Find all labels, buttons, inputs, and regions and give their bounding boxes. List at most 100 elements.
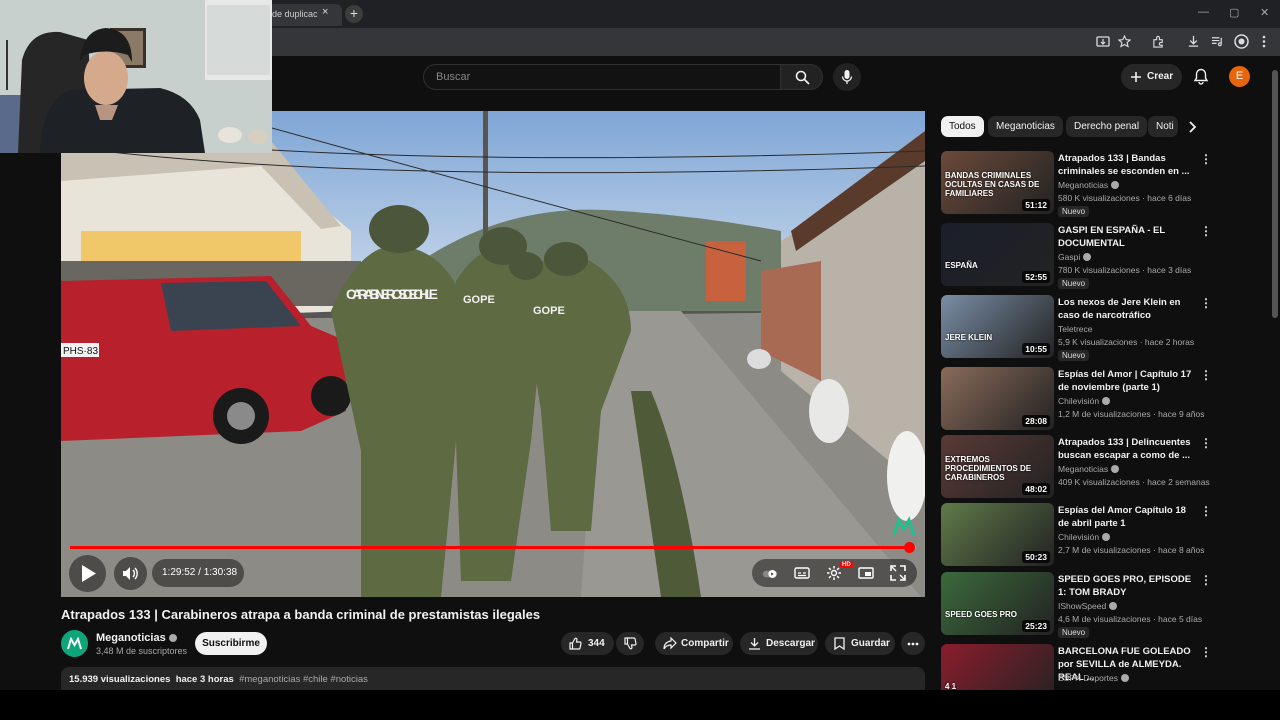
plus-icon bbox=[1131, 72, 1141, 82]
hashtags[interactable]: #meganoticias #chile #noticias bbox=[239, 674, 368, 685]
share-label: Compartir bbox=[681, 638, 729, 649]
recommendation-title[interactable]: GASPI EN ESPAÑA - EL DOCUMENTAL bbox=[1058, 224, 1198, 250]
recommendation-channel[interactable]: Chilevisión bbox=[1058, 396, 1111, 406]
save-label: Guardar bbox=[851, 638, 890, 649]
recommendation-thumbnail[interactable]: JERE KLEIN 10:55 bbox=[941, 295, 1054, 358]
recommendation-channel[interactable]: Gaspi bbox=[1058, 252, 1092, 262]
recommendation-item[interactable]: SPEED GOES PRO 25:23 SPEED GOES PRO, EPISO… bbox=[941, 572, 1212, 638]
volume-button[interactable] bbox=[114, 557, 147, 590]
download-label: Descargar bbox=[766, 638, 815, 649]
video-frame: PHS·83 CARABINEROS DE CHILE GOPE GOPE bbox=[61, 111, 925, 597]
install-app-icon[interactable] bbox=[1096, 35, 1110, 49]
recommendation-item[interactable]: 50:23 Espías del Amor Capítulo 18 de abri… bbox=[941, 503, 1212, 567]
recommendation-channel-name: Chilevisión bbox=[1058, 532, 1100, 542]
recommendation-title[interactable]: Atrapados 133 | Bandas criminales se esc… bbox=[1058, 152, 1198, 178]
description-box[interactable]: 15.939 visualizaciones hace 3 horas #meg… bbox=[61, 667, 925, 692]
chevron-right-icon[interactable] bbox=[1188, 121, 1197, 133]
recommendation-channel[interactable]: IShowSpeed bbox=[1058, 601, 1118, 611]
close-window-icon[interactable]: ✕ bbox=[1260, 6, 1269, 19]
recommendation-title[interactable]: Espías del Amor | Capítulo 17 de noviemb… bbox=[1058, 368, 1198, 394]
more-options-icon[interactable]: ⋮ bbox=[1200, 224, 1212, 238]
theater-mode-icon[interactable] bbox=[858, 565, 874, 581]
channel-name[interactable]: Meganoticias bbox=[96, 632, 177, 644]
new-tab-button[interactable]: + bbox=[345, 5, 363, 23]
chip-noticias[interactable]: Noti bbox=[1148, 116, 1178, 137]
verified-badge-icon bbox=[1102, 533, 1111, 541]
browser-tab[interactable]: de duplicac bbox=[262, 4, 342, 26]
recommendation-channel[interactable]: Chilevisión bbox=[1058, 532, 1111, 542]
recommendation-item[interactable]: 28:08 Espías del Amor | Capítulo 17 de no… bbox=[941, 367, 1212, 431]
channel-avatar[interactable] bbox=[61, 630, 88, 657]
more-options-icon[interactable]: ⋮ bbox=[1200, 436, 1212, 450]
recommendation-item[interactable]: BANDAS CRIMINALES OCULTAS EN CASAS DE FA… bbox=[941, 151, 1212, 217]
more-options-icon[interactable]: ⋮ bbox=[1200, 573, 1212, 587]
search-input[interactable]: Buscar bbox=[423, 64, 781, 90]
captions-icon[interactable] bbox=[794, 565, 810, 581]
bookmark-star-icon[interactable] bbox=[1118, 35, 1131, 48]
more-options-icon[interactable]: ⋮ bbox=[1200, 296, 1212, 310]
recommendation-thumbnail[interactable]: 50:23 bbox=[941, 503, 1054, 566]
more-options-icon[interactable]: ⋮ bbox=[1200, 504, 1212, 518]
recommendation-channel[interactable]: ESPN Deportes bbox=[1058, 673, 1129, 683]
vest-text-gope-2: GOPE bbox=[533, 305, 565, 317]
video-player[interactable]: PHS·83 CARABINEROS DE CHILE GOPE GOPE bbox=[61, 111, 925, 597]
more-options-icon[interactable]: ⋮ bbox=[1200, 152, 1212, 166]
more-options-icon[interactable]: ⋮ bbox=[1200, 645, 1212, 659]
license-plate-text: PHS·83 bbox=[63, 346, 98, 357]
recommendation-item[interactable]: EXTREMOS PROCEDIMIENTOS DE CARABINEROS 48… bbox=[941, 435, 1212, 499]
recommendation-item[interactable]: ESPAÑA 52:55 GASPI EN ESPAÑA - EL DOCUMENT… bbox=[941, 223, 1212, 289]
browser-menu-icon[interactable] bbox=[1261, 35, 1267, 48]
chip-todos[interactable]: Todos bbox=[941, 116, 984, 137]
voice-search-button[interactable] bbox=[833, 63, 861, 91]
progress-scrubber-handle[interactable] bbox=[904, 542, 915, 553]
new-badge: Nuevo bbox=[1058, 350, 1090, 361]
restore-icon[interactable]: ▢ bbox=[1229, 6, 1239, 19]
verified-badge-icon bbox=[1111, 181, 1120, 189]
notifications-bell-icon[interactable] bbox=[1193, 68, 1209, 85]
recommendation-channel[interactable]: Meganoticias bbox=[1058, 180, 1120, 190]
tab-close-icon[interactable]: × bbox=[322, 6, 328, 18]
profile-icon[interactable] bbox=[1234, 34, 1249, 49]
recommendation-channel[interactable]: Meganoticias bbox=[1058, 464, 1120, 474]
share-button[interactable]: Compartir bbox=[655, 632, 733, 655]
account-avatar[interactable]: E bbox=[1229, 66, 1250, 87]
downloads-icon[interactable] bbox=[1187, 35, 1200, 48]
play-button[interactable] bbox=[69, 555, 106, 592]
recommendation-thumbnail[interactable]: EXTREMOS PROCEDIMIENTOS DE CARABINEROS 48… bbox=[941, 435, 1054, 498]
scrollbar-thumb[interactable] bbox=[1272, 70, 1278, 318]
extensions-icon[interactable] bbox=[1152, 35, 1165, 48]
recommendation-title[interactable]: Atrapados 133 | Delincuentes buscan esca… bbox=[1058, 436, 1198, 462]
download-button[interactable]: Descargar bbox=[740, 632, 818, 655]
new-badge: Nuevo bbox=[1058, 627, 1090, 638]
more-options-icon[interactable]: ⋮ bbox=[1200, 368, 1212, 382]
verified-badge-icon bbox=[1109, 602, 1118, 610]
create-button[interactable]: Crear bbox=[1121, 64, 1182, 90]
recommendation-thumbnail[interactable]: ESPAÑA 52:55 bbox=[941, 223, 1054, 286]
media-control-icon[interactable] bbox=[1211, 35, 1224, 48]
thumbs-up-icon bbox=[569, 637, 582, 650]
recommendation-title[interactable]: Espías del Amor Capítulo 18 de abril par… bbox=[1058, 504, 1198, 530]
minimize-icon[interactable]: — bbox=[1198, 6, 1209, 18]
recommendation-thumbnail[interactable]: BANDAS CRIMINALES OCULTAS EN CASAS DE FA… bbox=[941, 151, 1054, 214]
webcam-overlay bbox=[0, 0, 272, 153]
dislike-button[interactable] bbox=[616, 632, 644, 655]
recommendation-item[interactable]: JERE KLEIN 10:55 Los nexos de Jere Klein e… bbox=[941, 295, 1212, 361]
fullscreen-icon[interactable] bbox=[890, 565, 906, 581]
autoplay-toggle-icon[interactable] bbox=[762, 566, 778, 582]
recommendation-meta: 2,7 M de visualizaciones · hace 8 años bbox=[1058, 545, 1205, 555]
chip-derecho-penal[interactable]: Derecho penal bbox=[1066, 116, 1148, 137]
like-button[interactable]: 344 bbox=[561, 632, 614, 655]
chip-meganoticias[interactable]: Meganoticias bbox=[988, 116, 1063, 137]
recommendation-thumbnail[interactable]: 28:08 bbox=[941, 367, 1054, 430]
save-button[interactable]: Guardar bbox=[825, 632, 895, 655]
recommendation-channel[interactable]: Teletrece bbox=[1058, 324, 1093, 334]
recommendation-thumbnail[interactable]: SPEED GOES PRO 25:23 bbox=[941, 572, 1054, 635]
recommendation-title[interactable]: SPEED GOES PRO, EPISODE 1: TOM BRADY bbox=[1058, 573, 1198, 599]
recommendation-title[interactable]: Los nexos de Jere Klein en caso de narco… bbox=[1058, 296, 1198, 322]
more-actions-button[interactable] bbox=[901, 632, 925, 655]
tab-title: de duplicac bbox=[272, 9, 318, 19]
subscribe-button[interactable]: Suscribirme bbox=[195, 632, 267, 655]
search-button[interactable] bbox=[780, 64, 823, 90]
microphone-icon bbox=[841, 70, 853, 84]
video-duration: 50:23 bbox=[1022, 551, 1050, 563]
